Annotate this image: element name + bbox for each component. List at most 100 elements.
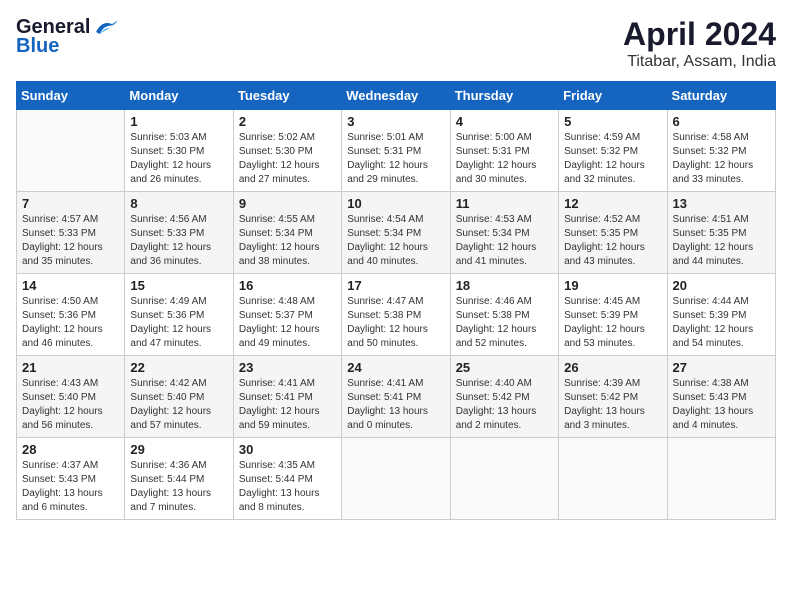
- calendar-cell: 8Sunrise: 4:56 AM Sunset: 5:33 PM Daylig…: [125, 192, 233, 274]
- calendar-cell: 1 Sunrise: 5:03 AM Sunset: 5:30 PM Daylig…: [125, 110, 233, 192]
- day-number: 25: [456, 360, 553, 375]
- day-number: 19: [564, 278, 661, 293]
- day-detail: Sunrise: 4:39 AM Sunset: 5:42 PM Dayligh…: [564, 377, 661, 433]
- day-detail: Sunrise: 4:53 AM Sunset: 5:34 PM Dayligh…: [456, 213, 553, 269]
- day-number: 27: [673, 360, 770, 375]
- day-detail: Sunrise: 5:01 AM Sunset: 5:31 PM Dayligh…: [347, 131, 444, 187]
- day-detail: Sunrise: 4:56 AM Sunset: 5:33 PM Dayligh…: [130, 213, 227, 269]
- calendar-cell: 17 Sunrise: 4:47 AM Sunset: 5:38 PM Dayli…: [342, 274, 450, 356]
- calendar-cell: 2 Sunrise: 5:02 AM Sunset: 5:30 PM Daylig…: [233, 110, 341, 192]
- calendar-cell: 7Sunrise: 4:57 AM Sunset: 5:33 PM Daylig…: [17, 192, 125, 274]
- day-detail: Sunrise: 4:38 AM Sunset: 5:43 PM Dayligh…: [673, 377, 770, 433]
- day-detail: Sunrise: 4:55 AM Sunset: 5:34 PM Dayligh…: [239, 213, 336, 269]
- day-detail: Sunrise: 5:00 AM Sunset: 5:31 PM Dayligh…: [456, 131, 553, 187]
- column-header-monday: Monday: [125, 82, 233, 110]
- day-detail: Sunrise: 4:41 AM Sunset: 5:41 PM Dayligh…: [239, 377, 336, 433]
- calendar-cell: 13Sunrise: 4:51 AM Sunset: 5:35 PM Dayli…: [667, 192, 775, 274]
- calendar-cell: 30 Sunrise: 4:35 AM Sunset: 5:44 PM Dayli…: [233, 438, 341, 520]
- calendar-cell: 12 Sunrise: 4:52 AM Sunset: 5:35 PM Dayli…: [559, 192, 667, 274]
- day-number: 6: [673, 114, 770, 129]
- day-number: 1: [130, 114, 227, 129]
- day-number: 2: [239, 114, 336, 129]
- column-header-saturday: Saturday: [667, 82, 775, 110]
- column-header-friday: Friday: [559, 82, 667, 110]
- day-detail: Sunrise: 4:45 AM Sunset: 5:39 PM Dayligh…: [564, 295, 661, 351]
- column-header-wednesday: Wednesday: [342, 82, 450, 110]
- calendar-cell: [667, 438, 775, 520]
- calendar-cell: [450, 438, 558, 520]
- day-detail: Sunrise: 4:47 AM Sunset: 5:38 PM Dayligh…: [347, 295, 444, 351]
- day-number: 10: [347, 196, 444, 211]
- calendar-cell: 18 Sunrise: 4:46 AM Sunset: 5:38 PM Dayli…: [450, 274, 558, 356]
- day-detail: Sunrise: 4:40 AM Sunset: 5:42 PM Dayligh…: [456, 377, 553, 433]
- calendar-cell: 21 Sunrise: 4:43 AM Sunset: 5:40 PM Dayli…: [17, 356, 125, 438]
- day-detail: Sunrise: 4:44 AM Sunset: 5:39 PM Dayligh…: [673, 295, 770, 351]
- header: General Blue April 2024 Titabar, Assam, …: [16, 16, 776, 71]
- day-number: 30: [239, 442, 336, 457]
- day-number: 12: [564, 196, 661, 211]
- logo-bird-icon: [92, 18, 120, 38]
- day-detail: Sunrise: 4:42 AM Sunset: 5:40 PM Dayligh…: [130, 377, 227, 433]
- day-detail: Sunrise: 4:57 AM Sunset: 5:33 PM Dayligh…: [22, 213, 119, 269]
- calendar-subtitle: Titabar, Assam, India: [623, 53, 776, 71]
- day-number: 5: [564, 114, 661, 129]
- day-number: 22: [130, 360, 227, 375]
- calendar-cell: 27 Sunrise: 4:38 AM Sunset: 5:43 PM Dayli…: [667, 356, 775, 438]
- day-detail: Sunrise: 4:35 AM Sunset: 5:44 PM Dayligh…: [239, 459, 336, 515]
- day-detail: Sunrise: 4:54 AM Sunset: 5:34 PM Dayligh…: [347, 213, 444, 269]
- day-number: 18: [456, 278, 553, 293]
- calendar-cell: 19 Sunrise: 4:45 AM Sunset: 5:39 PM Dayli…: [559, 274, 667, 356]
- day-detail: Sunrise: 4:43 AM Sunset: 5:40 PM Dayligh…: [22, 377, 119, 433]
- calendar-cell: 11 Sunrise: 4:53 AM Sunset: 5:34 PM Dayli…: [450, 192, 558, 274]
- calendar-title: April 2024: [623, 16, 776, 53]
- day-number: 24: [347, 360, 444, 375]
- day-number: 29: [130, 442, 227, 457]
- day-detail: Sunrise: 4:49 AM Sunset: 5:36 PM Dayligh…: [130, 295, 227, 351]
- day-detail: Sunrise: 4:52 AM Sunset: 5:35 PM Dayligh…: [564, 213, 661, 269]
- column-header-sunday: Sunday: [17, 82, 125, 110]
- calendar-cell: 24 Sunrise: 4:41 AM Sunset: 5:41 PM Dayli…: [342, 356, 450, 438]
- day-detail: Sunrise: 4:48 AM Sunset: 5:37 PM Dayligh…: [239, 295, 336, 351]
- logo-blue: Blue: [16, 35, 59, 58]
- calendar-cell: [342, 438, 450, 520]
- title-area: April 2024 Titabar, Assam, India: [623, 16, 776, 71]
- day-number: 20: [673, 278, 770, 293]
- calendar-cell: 25 Sunrise: 4:40 AM Sunset: 5:42 PM Dayli…: [450, 356, 558, 438]
- calendar-cell: 20 Sunrise: 4:44 AM Sunset: 5:39 PM Dayli…: [667, 274, 775, 356]
- calendar-cell: 23 Sunrise: 4:41 AM Sunset: 5:41 PM Dayli…: [233, 356, 341, 438]
- day-number: 15: [130, 278, 227, 293]
- logo: General Blue: [16, 16, 120, 58]
- day-detail: Sunrise: 4:46 AM Sunset: 5:38 PM Dayligh…: [456, 295, 553, 351]
- day-number: 28: [22, 442, 119, 457]
- calendar-cell: 6 Sunrise: 4:58 AM Sunset: 5:32 PM Daylig…: [667, 110, 775, 192]
- calendar-cell: 5 Sunrise: 4:59 AM Sunset: 5:32 PM Daylig…: [559, 110, 667, 192]
- day-number: 26: [564, 360, 661, 375]
- day-detail: Sunrise: 4:37 AM Sunset: 5:43 PM Dayligh…: [22, 459, 119, 515]
- day-detail: Sunrise: 5:03 AM Sunset: 5:30 PM Dayligh…: [130, 131, 227, 187]
- day-number: 9: [239, 196, 336, 211]
- day-number: 11: [456, 196, 553, 211]
- day-number: 13: [673, 196, 770, 211]
- day-detail: Sunrise: 4:41 AM Sunset: 5:41 PM Dayligh…: [347, 377, 444, 433]
- day-detail: Sunrise: 5:02 AM Sunset: 5:30 PM Dayligh…: [239, 131, 336, 187]
- day-detail: Sunrise: 4:58 AM Sunset: 5:32 PM Dayligh…: [673, 131, 770, 187]
- calendar-cell: 3 Sunrise: 5:01 AM Sunset: 5:31 PM Daylig…: [342, 110, 450, 192]
- calendar-cell: 28 Sunrise: 4:37 AM Sunset: 5:43 PM Dayli…: [17, 438, 125, 520]
- calendar-cell: 10 Sunrise: 4:54 AM Sunset: 5:34 PM Dayli…: [342, 192, 450, 274]
- day-number: 23: [239, 360, 336, 375]
- calendar-cell: 15 Sunrise: 4:49 AM Sunset: 5:36 PM Dayli…: [125, 274, 233, 356]
- day-number: 3: [347, 114, 444, 129]
- day-detail: Sunrise: 4:59 AM Sunset: 5:32 PM Dayligh…: [564, 131, 661, 187]
- calendar-cell: 16Sunrise: 4:48 AM Sunset: 5:37 PM Dayli…: [233, 274, 341, 356]
- calendar-header: SundayMondayTuesdayWednesdayThursdayFrid…: [17, 82, 776, 110]
- calendar-cell: 22 Sunrise: 4:42 AM Sunset: 5:40 PM Dayli…: [125, 356, 233, 438]
- day-number: 17: [347, 278, 444, 293]
- day-number: 21: [22, 360, 119, 375]
- day-number: 4: [456, 114, 553, 129]
- day-detail: Sunrise: 4:36 AM Sunset: 5:44 PM Dayligh…: [130, 459, 227, 515]
- column-header-thursday: Thursday: [450, 82, 558, 110]
- calendar-cell: [17, 110, 125, 192]
- day-number: 14: [22, 278, 119, 293]
- calendar-cell: [559, 438, 667, 520]
- calendar-table: SundayMondayTuesdayWednesdayThursdayFrid…: [16, 81, 776, 520]
